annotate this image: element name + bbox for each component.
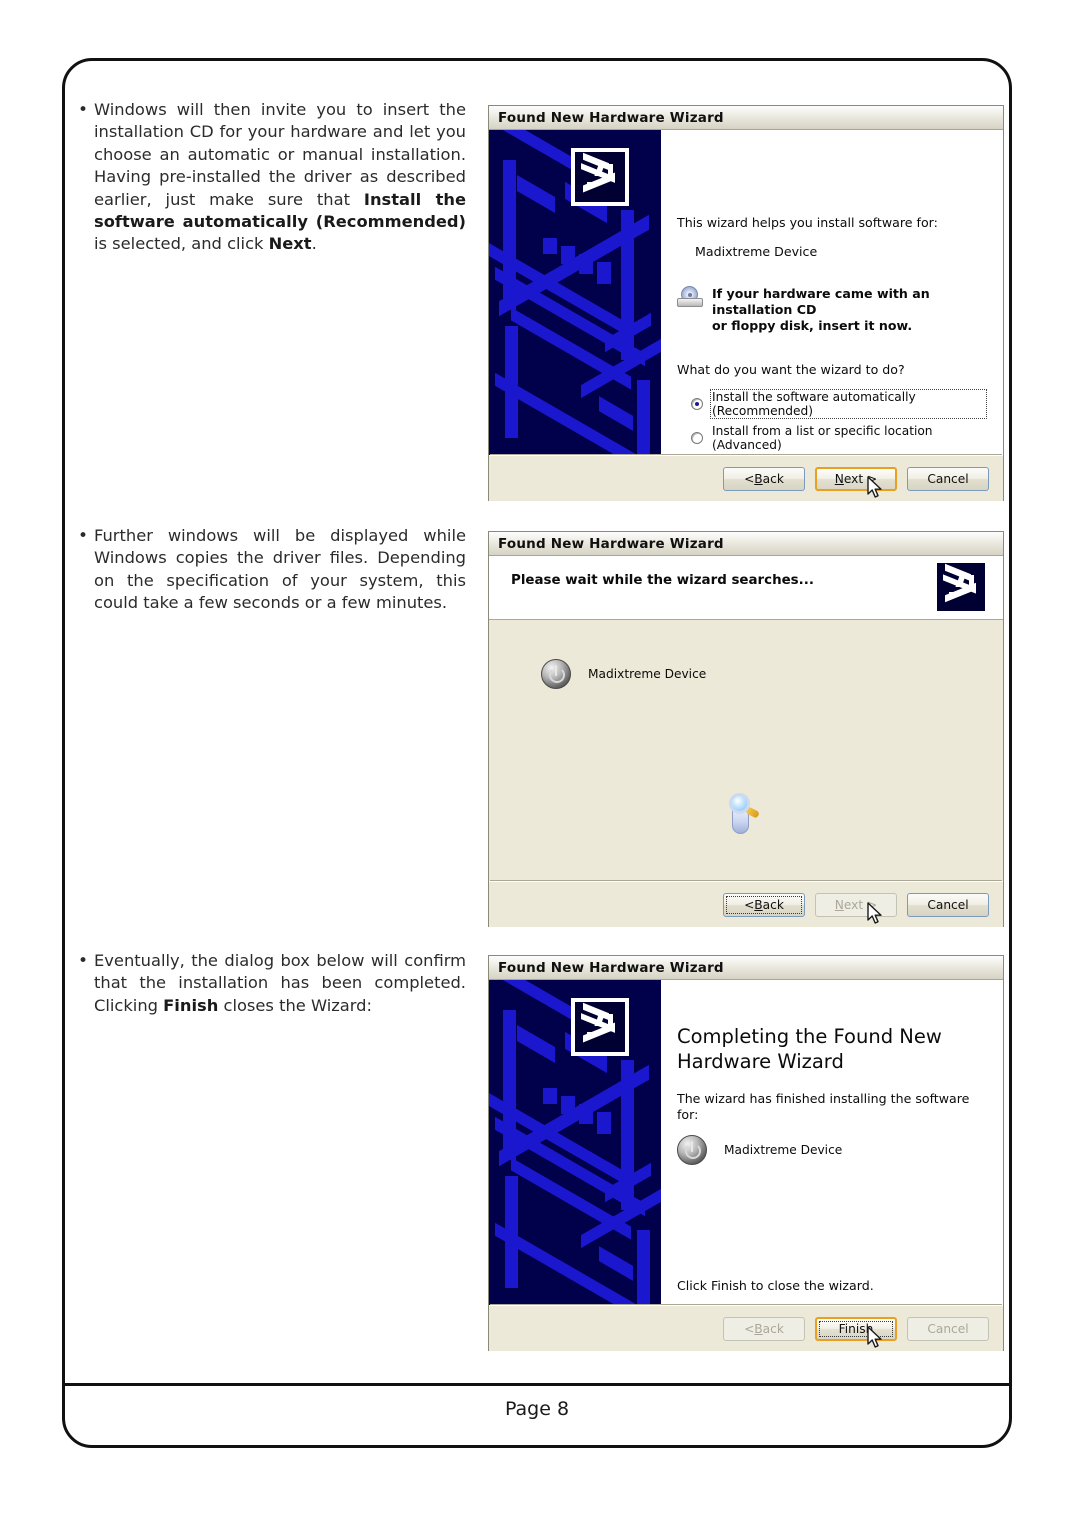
dialog-2-titlebar: Found New Hardware Wizard [489,532,1003,556]
back-button: < Back [723,1316,805,1341]
dialog-1-button-bar: < Back Next > Cancel [489,455,1003,501]
dialog-1-intro-text: This wizard helps you install software f… [677,215,938,230]
dialog-1-titlebar: Found New Hardware Wizard [489,106,1003,130]
dialog-1-title: Found New Hardware Wizard [498,109,724,126]
dialog-3-button-bar: < Back Finish Cancel [489,1305,1003,1351]
paragraph-3-text: Eventually, the dialog box below will co… [94,950,466,1017]
finish-button[interactable]: Finish [815,1316,897,1341]
radio-auto-icon[interactable] [691,398,703,410]
found-new-hardware-wizard-dialog-1[interactable]: Found New Hardware Wizard This wizard he… [488,105,1004,501]
radio-manual-label[interactable]: Install from a list or specific location… [710,424,987,452]
dialog-2-header-panel: Please wait while the wizard searches... [489,556,1003,620]
dialog-1-question: What do you want the wizard to do? [677,362,905,377]
dialog-1-content: This wizard helps you install software f… [489,130,1003,493]
p1-middle: is selected, and click [94,234,269,254]
p1-bold-next: Next [268,234,312,254]
page-number: Page 8 [504,1398,570,1420]
dialog-3-main-panel: Completing the Found New Hardware Wizard… [661,980,1003,1305]
device-row: Madixtreme Device [677,1135,987,1165]
radio-option-install-from-list[interactable]: Install from a list or specific location… [691,424,987,452]
cd-notice-line-2: or floppy disk, insert it now. [712,318,913,333]
device-power-icon [677,1135,707,1165]
bullet-icon: • [78,951,89,971]
next-button: Next > [815,892,897,917]
device-power-icon [541,659,571,689]
hardware-wizard-icon [571,148,629,206]
dialog-1-main-panel: This wizard helps you install software f… [661,130,1003,493]
wizard-banner-graphic [489,980,661,1305]
cancel-button[interactable]: Cancel [907,466,989,491]
dialog-3-titlebar: Found New Hardware Wizard [489,956,1003,980]
back-button[interactable]: < Back [723,466,805,491]
dialog-2-heading: Please wait while the wizard searches... [511,573,814,588]
dialog-3-subtitle: The wizard has finished installing the s… [677,1091,970,1122]
cancel-button: Cancel [907,1316,989,1341]
dialog-2-main-panel: Madixtreme Device [489,620,1003,881]
installation-cd-notice: If your hardware came with an installati… [677,286,987,334]
dialog-3-device-name: Madixtreme Device [724,1143,843,1157]
dialog-2-title: Found New Hardware Wizard [498,535,724,552]
p1-after: . [311,234,317,254]
cd-notice-text: If your hardware came with an installati… [712,286,987,334]
cancel-button[interactable]: Cancel [907,892,989,917]
p3-middle: closes the Wizard: [218,995,372,1015]
paragraph-2-text: Further windows will be displayed while … [94,525,466,615]
dialog-2-button-bar: < Back Next > Cancel [489,881,1003,927]
bullet-icon: • [78,100,89,120]
dialog-1-body: This wizard helps you install software f… [489,130,1003,501]
dialog-3-heading-line-2: Hardware Wizard [677,1050,844,1073]
dialog-3-heading-line-1: Completing the Found New [677,1025,942,1048]
found-new-hardware-wizard-dialog-2[interactable]: Found New Hardware Wizard Please wait wh… [488,531,1004,927]
p2-before: Further windows will be displayed while … [94,526,466,613]
hardware-wizard-icon [933,559,989,615]
radio-manual-icon[interactable] [691,432,703,444]
instruction-paragraph-3: • Eventually, the dialog box below will … [78,950,466,1017]
search-magnifier-icon [723,792,763,836]
p3-bold-finish: Finish [163,995,219,1015]
dialog-2-body: Please wait while the wizard searches...… [489,556,1003,927]
bullet-icon: • [78,526,89,546]
cd-drive-icon [677,286,703,308]
dialog-3-title: Found New Hardware Wizard [498,959,724,976]
radio-auto-label[interactable]: Install the software automatically (Reco… [710,389,987,419]
footer-divider [62,1383,1012,1386]
dialog-3-heading: Completing the Found New Hardware Wizard [677,1024,987,1074]
dialog-1-device-name: Madixtreme Device [695,244,818,259]
hardware-wizard-icon [571,998,629,1056]
dialog-3-body: Completing the Found New Hardware Wizard… [489,980,1003,1351]
radio-option-install-automatically[interactable]: Install the software automatically (Reco… [691,389,987,419]
next-button[interactable]: Next > [815,466,897,491]
dialog-3-content: Completing the Found New Hardware Wizard… [489,980,1003,1305]
cd-notice-line-1: If your hardware came with an installati… [712,286,930,317]
dialog-2-device-name: Madixtreme Device [588,667,707,681]
back-button[interactable]: < Back [723,892,805,917]
found-new-hardware-wizard-dialog-3[interactable]: Found New Hardware Wizard Completing the… [488,955,1004,1351]
device-row: Madixtreme Device [541,659,706,689]
wizard-banner-graphic [489,130,661,455]
instruction-paragraph-2: • Further windows will be displayed whil… [78,525,466,615]
paragraph-1-text: Windows will then invite you to insert t… [94,99,466,256]
instruction-paragraph-1: • Windows will then invite you to insert… [78,99,466,256]
dialog-3-finish-hint: Click Finish to close the wizard. [677,1278,874,1293]
